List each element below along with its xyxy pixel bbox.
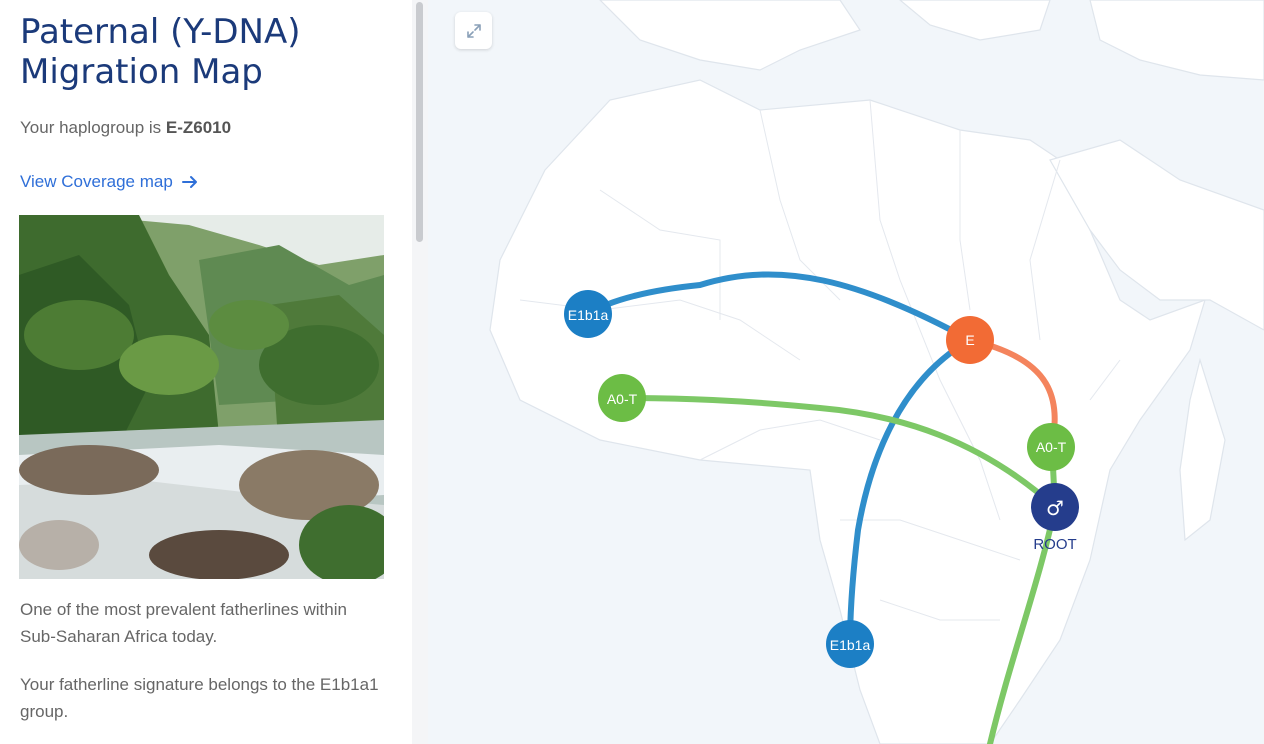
node-label: E1b1a: [830, 637, 871, 653]
coverage-link-label: View Coverage map: [20, 172, 173, 191]
node-label: A0-T: [1036, 439, 1067, 455]
node-a0t-east[interactable]: A0-T: [1027, 423, 1075, 471]
migration-map[interactable]: E1b1a E A0-T A0-T ♂ ROOT E1b1a: [428, 0, 1264, 744]
node-a0t-west[interactable]: A0-T: [598, 374, 646, 422]
description-prevalence: One of the most prevalent fatherlines wi…: [20, 600, 347, 646]
description-group: Your fatherline signature belongs to the…: [20, 675, 379, 721]
node-label: A0-T: [607, 391, 638, 407]
view-coverage-map-link[interactable]: View Coverage map: [20, 172, 199, 192]
male-symbol-icon: ♂: [1046, 496, 1064, 520]
node-e1b1a-west[interactable]: E1b1a: [564, 290, 612, 338]
node-label: E: [965, 332, 974, 348]
expand-icon: [466, 23, 481, 38]
node-e1b1a-south[interactable]: E1b1a: [826, 620, 874, 668]
node-root[interactable]: ♂ ROOT: [1031, 483, 1079, 553]
root-label: ROOT: [1033, 536, 1076, 553]
expand-map-button[interactable]: [455, 12, 492, 49]
page-title: Paternal (Y-DNA) Migration Map: [20, 12, 301, 92]
rainforest-photo: [19, 215, 384, 579]
haplogroup-value: E-Z6010: [165, 118, 232, 137]
haplogroup-prefix: Your haplogroup is: [20, 118, 166, 137]
node-label: E1b1a: [568, 307, 609, 323]
arrow-right-icon: [181, 176, 197, 188]
scrollbar-thumb[interactable]: [416, 2, 423, 242]
node-e[interactable]: E: [946, 316, 994, 364]
sidebar: Paternal (Y-DNA) Migration Map Your hapl…: [0, 0, 413, 744]
haplogroup-text: Your haplogroup is E-Z6010: [20, 118, 231, 138]
